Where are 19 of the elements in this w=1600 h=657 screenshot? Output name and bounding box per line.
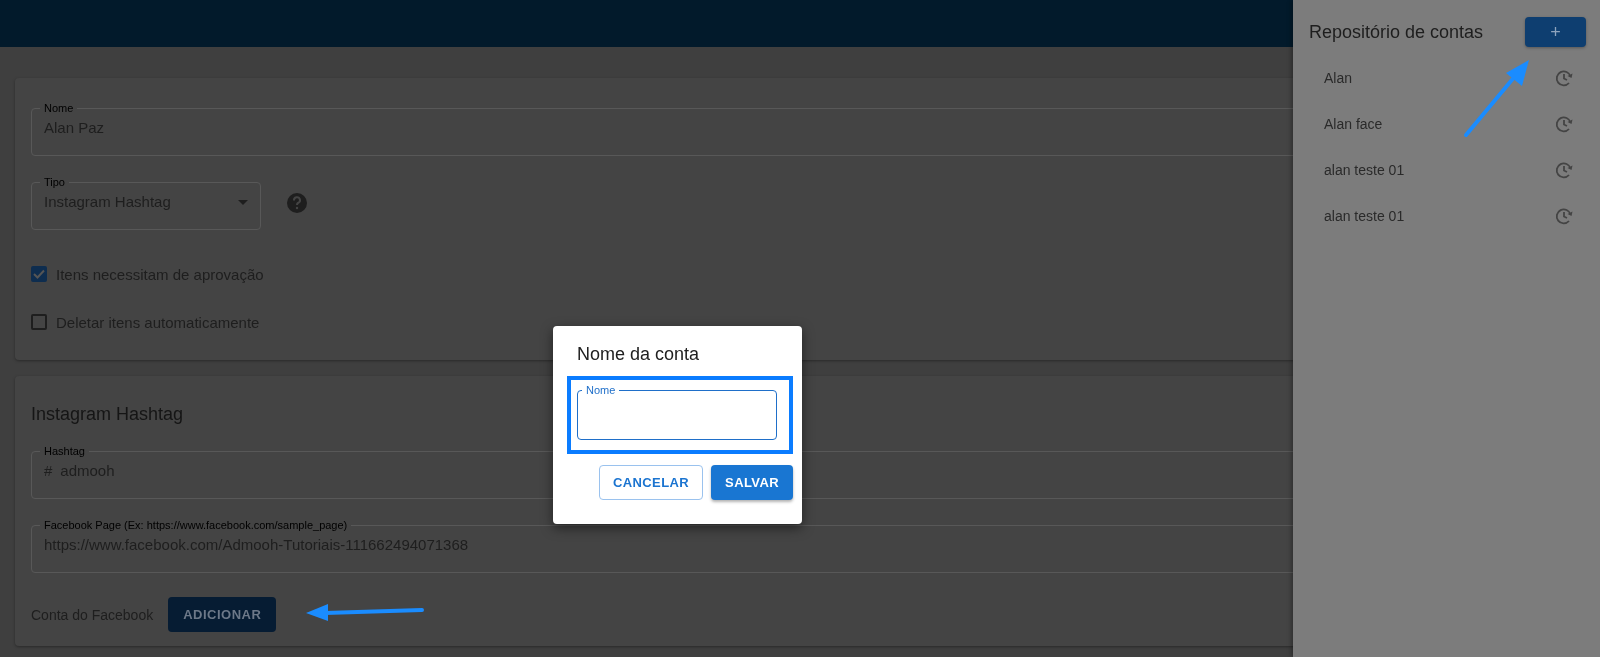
add-button[interactable]: +: [1525, 17, 1586, 47]
help-icon[interactable]: [287, 193, 307, 213]
history-icon[interactable]: [1554, 114, 1574, 134]
save-button[interactable]: SALVAR: [711, 465, 793, 500]
add-account-button[interactable]: ADICIONAR: [168, 597, 277, 632]
history-icon[interactable]: [1554, 160, 1574, 180]
checkbox[interactable]: [31, 314, 47, 330]
dialog-title: Nome da conta: [577, 344, 701, 365]
checkbox[interactable]: [31, 266, 47, 282]
account-name[interactable]: alan teste 01: [1324, 162, 1405, 178]
history-icon[interactable]: [1554, 206, 1574, 226]
history-icon[interactable]: [1554, 68, 1574, 88]
account-name[interactable]: Alan face: [1324, 116, 1383, 132]
account-name[interactable]: Alan: [1324, 70, 1353, 86]
account-name-field[interactable]: Nome: [577, 384, 777, 440]
cancel-button[interactable]: CANCELAR: [598, 465, 704, 500]
account-name[interactable]: alan teste 01: [1324, 208, 1405, 224]
caret-icon: [238, 199, 248, 205]
panel-title: Repositório de contas: [1309, 21, 1484, 43]
